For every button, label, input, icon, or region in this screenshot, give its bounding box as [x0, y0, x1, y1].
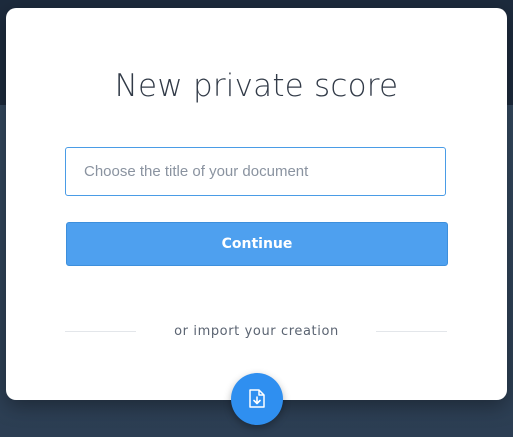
- divider-right: [376, 331, 447, 332]
- modal-title: New private score: [114, 68, 399, 104]
- document-title-input[interactable]: [65, 147, 446, 196]
- new-score-modal: New private score Continue or import you…: [6, 8, 507, 400]
- import-button[interactable]: [231, 373, 283, 425]
- continue-button[interactable]: Continue: [66, 222, 448, 266]
